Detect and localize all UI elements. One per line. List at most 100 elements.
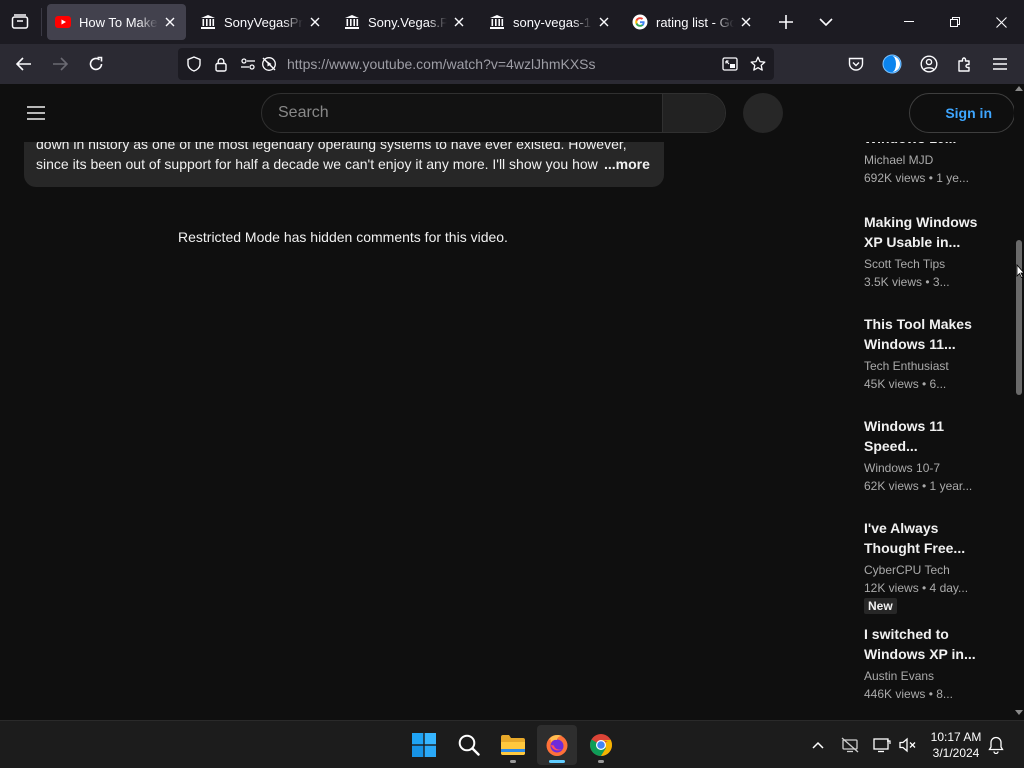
firefox-button[interactable] [537, 725, 577, 765]
tab-youtube[interactable]: How To Make Windows XP Usable [47, 4, 186, 40]
tab-list-button[interactable] [8, 10, 32, 34]
close-window-button[interactable] [978, 0, 1024, 44]
description-more-link[interactable]: ...more [604, 154, 650, 174]
clock-time: 10:17 AM [930, 730, 982, 744]
chrome-button[interactable] [581, 725, 621, 765]
show-hidden-icons-button[interactable] [806, 733, 830, 757]
network-disconnected-icon [841, 737, 859, 753]
close-tab-icon[interactable] [451, 14, 467, 30]
arrow-left-icon [16, 57, 31, 71]
related-video-channel[interactable]: Tech Enthusiast [864, 357, 1014, 375]
network-status-button[interactable] [838, 733, 862, 757]
related-video[interactable]: Windows 11 Speed... Windows 10-7 62K vie… [864, 416, 1014, 495]
extension-button[interactable] [880, 52, 904, 76]
volume-button[interactable] [896, 733, 920, 757]
tab-title: How To Make Windows XP Usable [79, 14, 158, 30]
notifications-button[interactable] [984, 733, 1008, 757]
arrow-right-icon [53, 57, 68, 71]
related-video-title[interactable]: This Tool Makes Windows 11... [864, 314, 1014, 354]
description-line-2: since its been out of support for half a… [36, 156, 598, 172]
related-video-channel[interactable]: Austin Evans [864, 667, 1014, 685]
back-button[interactable] [12, 52, 36, 76]
puzzle-icon [958, 57, 970, 72]
account-button[interactable] [917, 52, 941, 76]
speaker-muted-icon [899, 737, 916, 753]
related-video-channel[interactable]: Windows 10-7 [864, 459, 1014, 477]
page-scrollbar[interactable] [1014, 84, 1024, 720]
restricted-mode-notice: Restricted Mode has hidden comments for … [178, 229, 508, 245]
related-video-title[interactable]: Windows 11 Speed... [864, 416, 1014, 456]
autoplay-blocked-icon[interactable] [261, 56, 277, 72]
list-all-tabs-button[interactable] [814, 10, 838, 34]
voice-search-button[interactable] [743, 93, 783, 133]
close-icon [995, 16, 1007, 28]
clock-date: 3/1/2024 [932, 746, 980, 760]
reload-button[interactable] [84, 52, 108, 76]
forward-button[interactable] [48, 52, 72, 76]
extensions-button[interactable] [953, 52, 977, 76]
scroll-up-arrow-icon[interactable] [1015, 86, 1023, 91]
browser-nav-bar: https://www.youtube.com/watch?v=4wzlJhmK… [0, 44, 1024, 84]
tab-sonyvegaspro12[interactable]: SonyVegasPro12 [192, 4, 331, 40]
scroll-down-arrow-icon[interactable] [1015, 710, 1023, 715]
related-video[interactable]: I switched to Windows XP in... Austin Ev… [864, 624, 1014, 703]
hamburger-menu-icon [27, 106, 45, 120]
tab-sony-vegas-12[interactable]: sony-vegas-12-s [481, 4, 620, 40]
related-video[interactable]: I've Always Thought Free... CyberCPU Tec… [864, 518, 1014, 615]
guide-menu-button[interactable] [24, 101, 48, 125]
sign-in-label: Sign in [945, 105, 992, 121]
tab-rating-list-google[interactable]: rating list - Google [624, 4, 762, 40]
related-video-channel[interactable]: Michael MJD [864, 151, 1014, 169]
windows-logo-icon [412, 733, 436, 757]
url-bar[interactable]: https://www.youtube.com/watch?v=4wzlJhmK… [178, 48, 774, 80]
folder-icon [501, 735, 525, 755]
chrome-icon [590, 734, 612, 756]
related-video[interactable]: Making Windows XP Usable in... Scott Tec… [864, 212, 1014, 291]
picture-in-picture-icon[interactable] [722, 56, 738, 72]
permissions-icon[interactable] [240, 56, 256, 72]
restore-window-button[interactable] [932, 0, 978, 44]
related-video-meta: 62K views • 1 year... [864, 479, 973, 493]
url-text[interactable]: https://www.youtube.com/watch?v=4wzlJhmK… [287, 56, 596, 72]
file-explorer-button[interactable] [493, 725, 533, 765]
restore-icon [950, 17, 960, 27]
close-tab-icon[interactable] [162, 14, 178, 30]
related-video-meta: 45K views • 6... [864, 377, 947, 391]
minimize-window-button[interactable] [886, 0, 932, 44]
taskbar-search-button[interactable] [449, 725, 489, 765]
taskbar-clock[interactable]: 10:17 AM 3/1/2024 [922, 729, 990, 761]
related-video-title[interactable]: I switched to Windows XP in... [864, 624, 1014, 664]
related-video-meta: 446K views • 8... [864, 687, 953, 701]
search-button[interactable] [662, 94, 725, 132]
tracking-protection-shield-icon[interactable] [186, 56, 202, 72]
related-video-title[interactable]: I've Always Thought Free... [864, 518, 1014, 558]
related-video-channel[interactable]: CyberCPU Tech [864, 561, 1014, 579]
app-menu-button[interactable] [988, 52, 1012, 76]
monitor-icon [873, 738, 891, 753]
new-tab-button[interactable] [774, 10, 798, 34]
sign-in-button[interactable]: Sign in [909, 93, 1015, 133]
archive-icon [489, 14, 505, 30]
lock-icon[interactable] [213, 56, 229, 72]
tab-title: rating list - Google [656, 14, 734, 30]
reload-icon [89, 56, 103, 71]
close-tab-icon[interactable] [307, 14, 323, 30]
close-tab-icon[interactable] [738, 14, 754, 30]
search-box [261, 93, 726, 133]
display-button[interactable] [870, 733, 894, 757]
mouse-cursor-icon [1016, 264, 1024, 278]
related-video-title[interactable]: Making Windows XP Usable in... [864, 212, 1014, 252]
tab-title: SonyVegasPro12 [224, 14, 303, 30]
youtube-page: down in history as one of the most legen… [0, 84, 1024, 720]
related-video[interactable]: This Tool Makes Windows 11... Tech Enthu… [864, 314, 1014, 393]
related-video-meta: 692K views • 1 ye... [864, 171, 969, 185]
start-button[interactable] [404, 725, 444, 765]
bookmark-star-icon[interactable] [750, 56, 766, 72]
search-input[interactable] [262, 94, 663, 132]
close-tab-icon[interactable] [596, 14, 612, 30]
search-icon [458, 734, 480, 756]
related-video-channel[interactable]: Scott Tech Tips [864, 255, 1014, 273]
pocket-icon [848, 57, 864, 71]
tab-sony-vegas-pro12[interactable]: Sony.Vegas.Pro12 [336, 4, 475, 40]
pocket-button[interactable] [844, 52, 868, 76]
